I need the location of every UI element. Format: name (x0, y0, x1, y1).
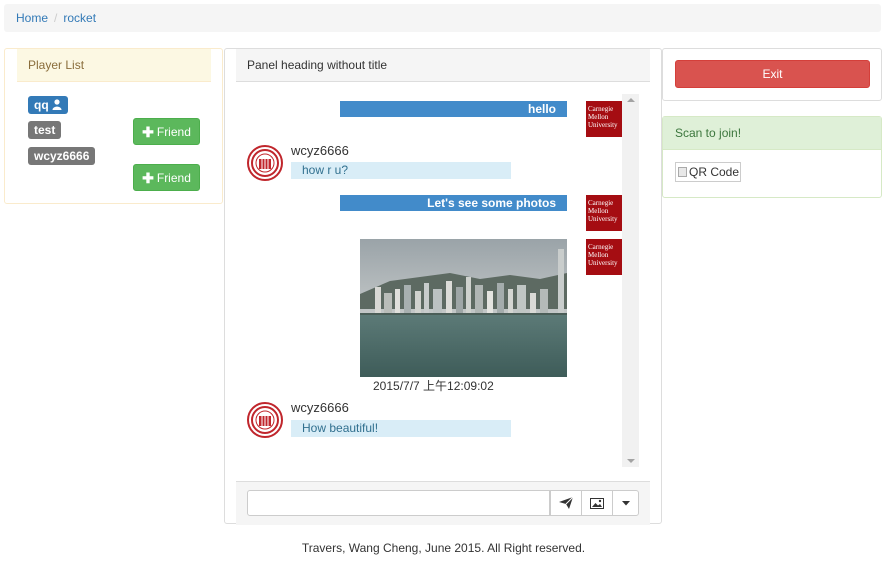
friend-label: Friend (156, 170, 191, 185)
chat-message-left: how r u? (291, 162, 511, 179)
breadcrumb-separator: / (54, 11, 58, 25)
cmu-logo-line: University (588, 121, 618, 129)
qr-code-alt-text: QR Code (689, 165, 740, 179)
caret-down-icon (621, 500, 630, 505)
scroll-thumb[interactable] (624, 106, 637, 455)
player-name: qq (34, 98, 49, 112)
footer-text: Travers, Wang Cheng, June 2015. All Righ… (301, 541, 586, 555)
broken-image-icon (678, 167, 687, 177)
cmu-logo-line: Mellon (588, 113, 609, 121)
cmu-logo-line: University (588, 215, 618, 223)
chat-message-right: Let's see some photos (340, 195, 567, 211)
player-list-panel: Player List qq test wcyz6666 ✚ Friend ✚ … (4, 48, 223, 204)
scroll-down-arrow-icon[interactable] (627, 459, 635, 463)
cmu-logo-line: University (588, 259, 618, 267)
plus-icon: ✚ (142, 169, 154, 186)
chat-message-input[interactable] (247, 490, 550, 516)
cmu-avatar-icon: Carnegie Mellon University (586, 101, 622, 137)
player-list-title: Player List (17, 49, 211, 82)
scroll-up-arrow-icon[interactable] (627, 98, 635, 102)
chat-scrollbar[interactable] (622, 94, 639, 467)
more-options-dropdown-button[interactable] (612, 490, 639, 516)
add-friend-button-test[interactable]: ✚ Friend (133, 118, 200, 145)
scan-to-join-title: Scan to join! (663, 117, 881, 150)
user-icon (52, 99, 62, 110)
cmu-avatar-icon: Carnegie Mellon University (586, 195, 622, 231)
send-icon (559, 497, 573, 509)
chat-photo-skyline[interactable] (360, 239, 567, 377)
add-friend-button-wcyz6666[interactable]: ✚ Friend (133, 164, 200, 191)
cmu-logo-line: Carnegie (588, 105, 614, 113)
photo-timestamp: 2015/7/7 上午12:09:02 (373, 379, 494, 393)
cmu-logo-line: Mellon (588, 207, 609, 215)
friend-label: Friend (156, 124, 191, 139)
player-badge-test: test (28, 121, 62, 139)
breadcrumb-current-link[interactable]: rocket (63, 11, 96, 25)
seal-avatar-icon (247, 402, 283, 438)
send-image-button[interactable] (581, 490, 613, 516)
cmu-logo-line: Mellon (588, 251, 609, 259)
seal-avatar-icon (247, 145, 283, 181)
send-button[interactable] (550, 490, 582, 516)
breadcrumb: Home / rocket (4, 4, 881, 32)
player-badge-wcyz6666: wcyz6666 (28, 147, 96, 165)
scan-to-join-panel: Scan to join! QR Code (662, 116, 882, 198)
exit-panel: Exit (662, 48, 882, 101)
chat-message-right: hello (340, 101, 567, 117)
plus-icon: ✚ (142, 123, 154, 140)
exit-button[interactable]: Exit (675, 60, 870, 88)
player-name: test (34, 123, 56, 137)
chat-username: wcyz6666 (291, 143, 349, 158)
chat-message-left: How beautiful! (291, 420, 511, 437)
cmu-avatar-icon: Carnegie Mellon University (586, 239, 622, 275)
qr-code-image: QR Code (675, 162, 741, 182)
chat-input-bar (236, 481, 650, 525)
player-badge-qq: qq (28, 96, 69, 114)
image-icon (590, 497, 604, 509)
breadcrumb-home-link[interactable]: Home (16, 11, 48, 25)
cmu-logo-line: Carnegie (588, 243, 614, 251)
player-name: wcyz6666 (34, 149, 90, 163)
chat-username: wcyz6666 (291, 400, 349, 415)
cmu-logo-line: Carnegie (588, 199, 614, 207)
chat-panel-title: Panel heading without title (236, 49, 650, 82)
